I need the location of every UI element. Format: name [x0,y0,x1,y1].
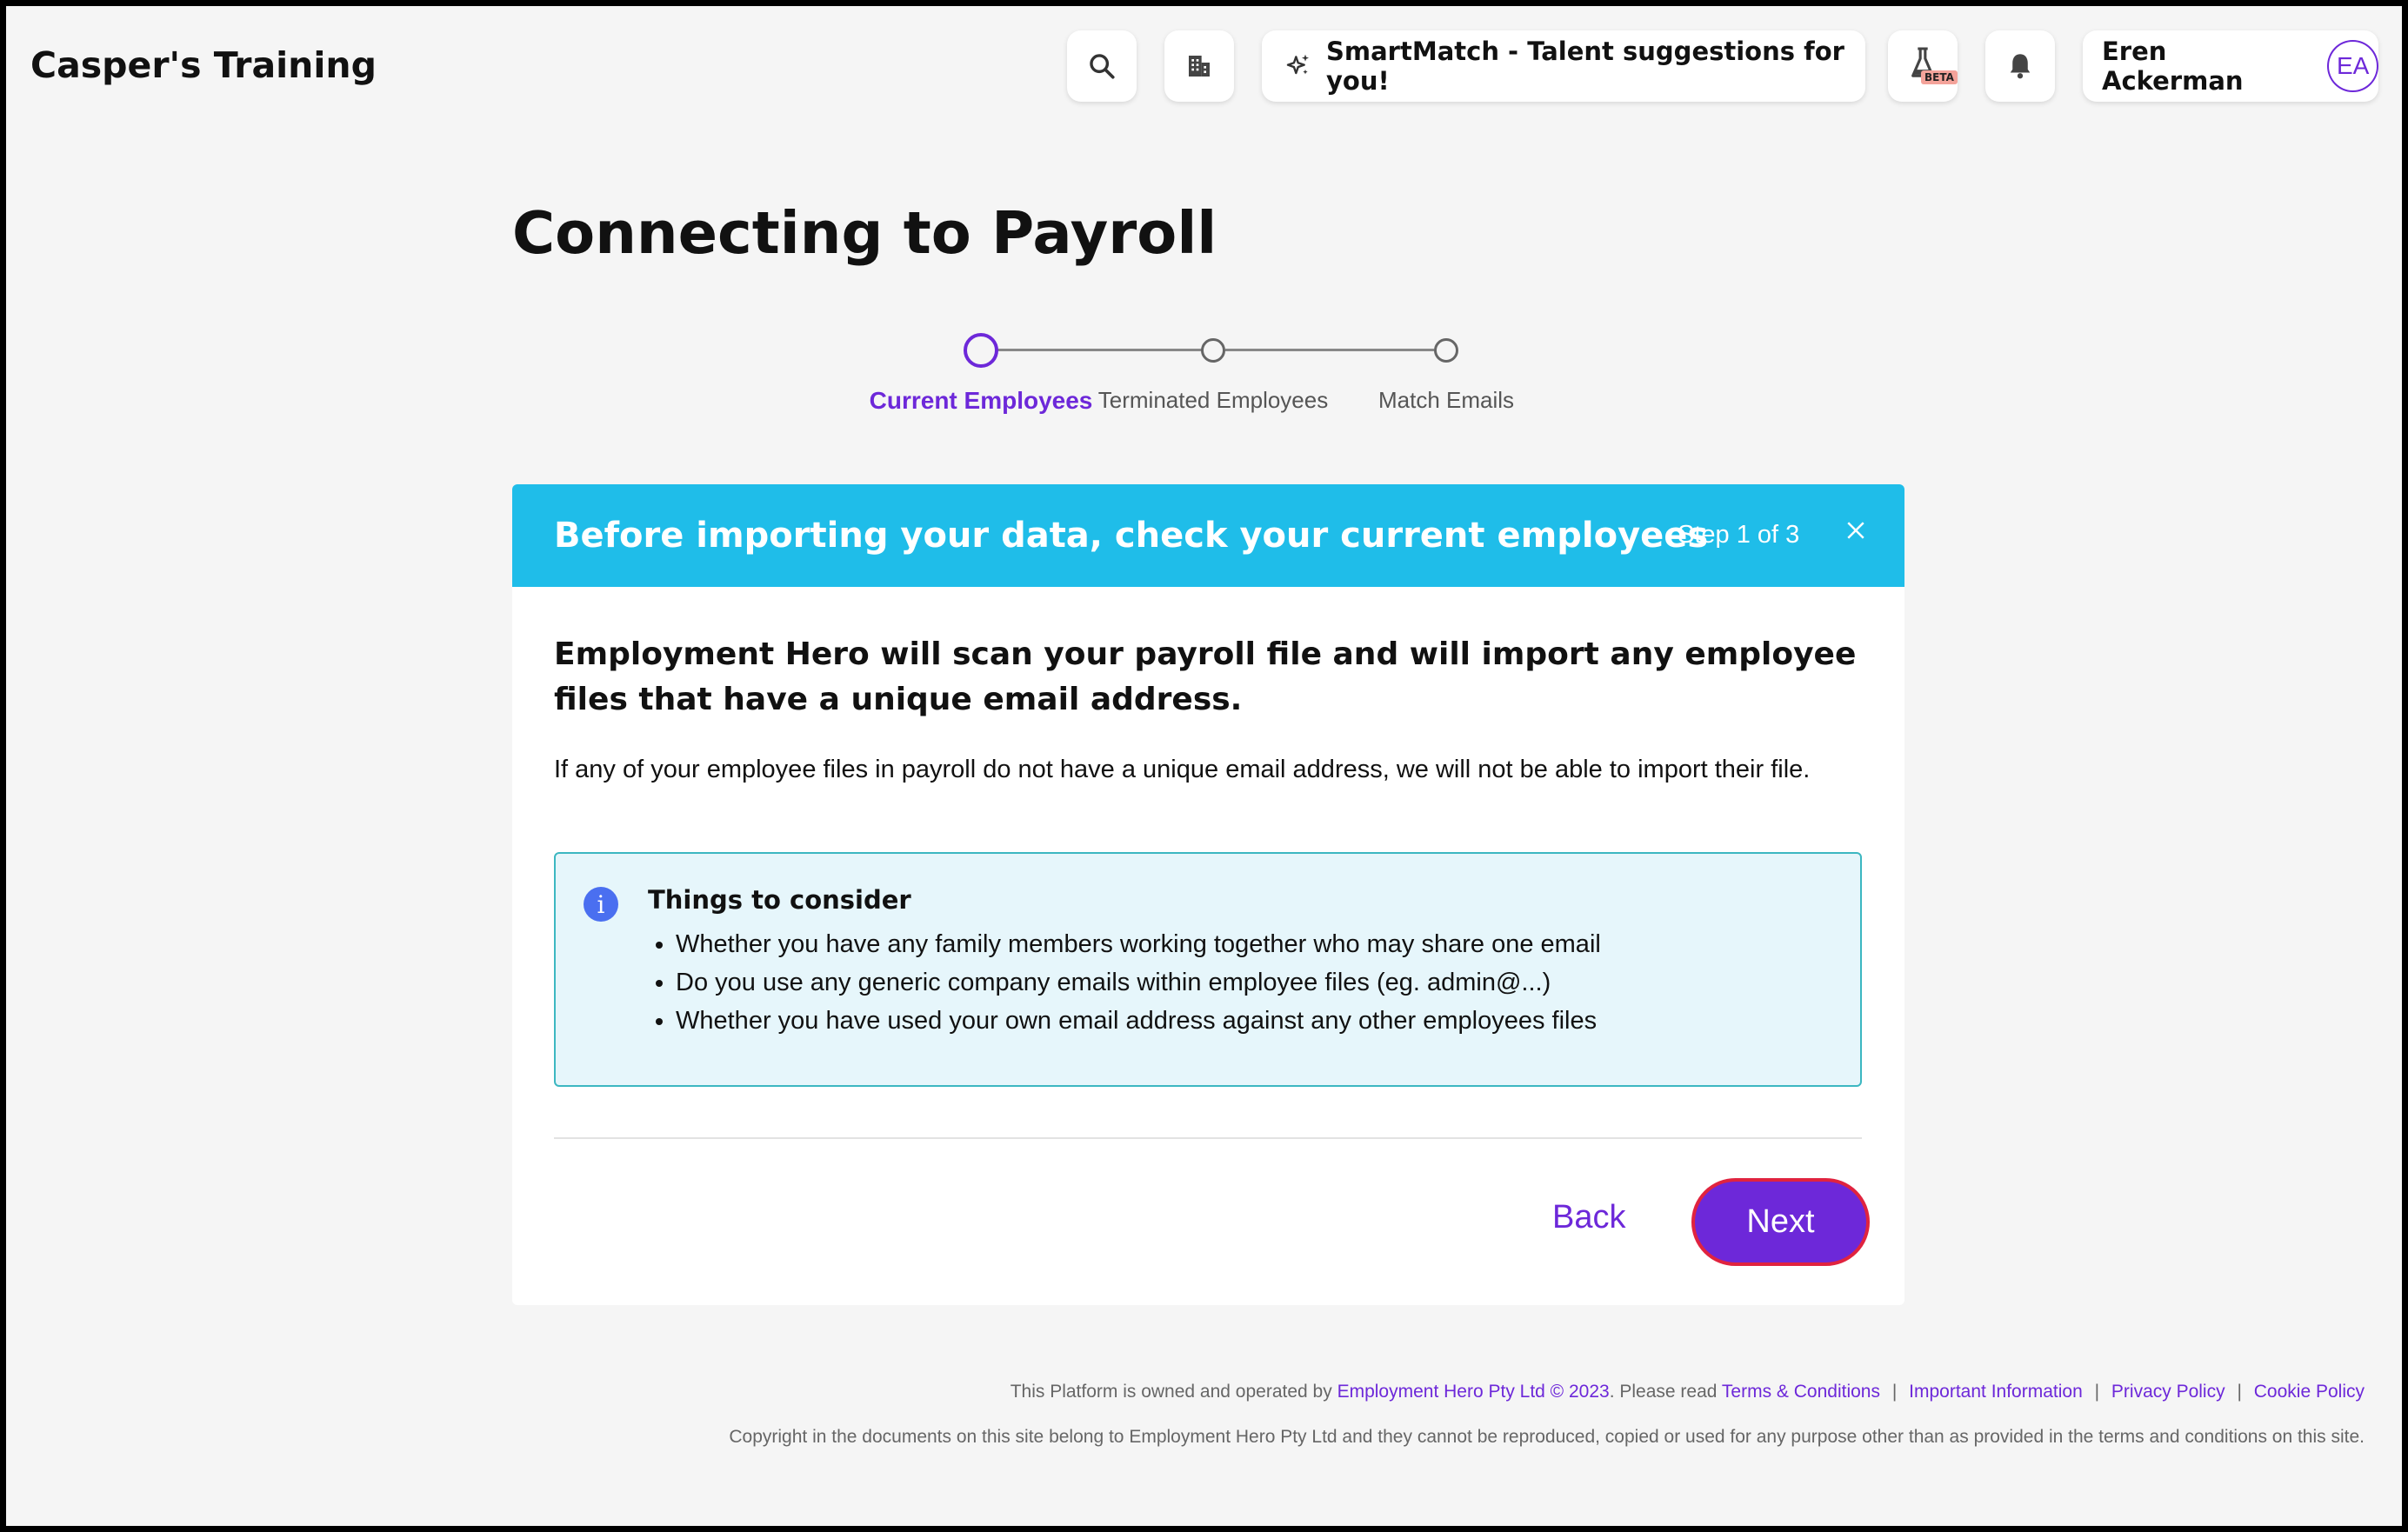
footer-link-privacy-policy[interactable]: Privacy Policy [2111,1382,2225,1402]
card-header: Before importing your data, check your c… [512,484,1904,587]
footer-separator: | [1891,1382,1898,1402]
step-marker-current-employees [964,333,998,368]
step-marker-match-emails [1434,338,1458,363]
footer-copyright: Copyright in the documents on this site … [729,1427,2365,1447]
app-title: Casper's Training [30,44,377,86]
footer-separator: | [2094,1382,2100,1402]
sparkle-icon [1284,52,1312,80]
footer-link-important-information[interactable]: Important Information [1909,1382,2083,1402]
footer-owner-link[interactable]: Employment Hero Pty Ltd © 2023 [1337,1382,1610,1402]
app-frame: Casper's Training SmartMatch - Talent su… [6,6,2402,1526]
divider [554,1137,1862,1139]
list-item: Whether you have any family members work… [676,925,1601,963]
smartmatch-label: SmartMatch - Talent suggestions for you! [1326,37,1844,96]
footer-link-terms[interactable]: Terms & Conditions [1722,1382,1880,1402]
user-menu-button[interactable]: Eren Ackerman EA [2083,30,2378,102]
notifications-button[interactable] [1985,30,2055,102]
page-title: Connecting to Payroll [512,199,1217,267]
beta-features-button[interactable]: BETA [1888,30,1958,102]
building-icon [1185,52,1213,80]
step-label-terminated-employees: Terminated Employees [1097,387,1329,413]
user-name: Eren Ackerman [2102,37,2244,96]
lead-text: Employment Hero will scan your payroll f… [554,636,1857,717]
stepper-connector [994,349,1203,351]
bell-icon [2007,51,2033,81]
list-item: Do you use any generic company emails wi… [676,963,1601,1002]
things-to-consider-box: i Things to consider Whether you have an… [554,852,1862,1087]
footer-read-text: . Please read [1609,1382,1718,1402]
footer-separator: | [2237,1382,2242,1402]
next-button[interactable]: Next [1691,1178,1870,1266]
beta-badge: BETA [1921,70,1958,84]
list-item: Whether you have used your own email add… [676,1002,1601,1040]
smartmatch-button[interactable]: SmartMatch - Talent suggestions for you! [1262,30,1865,102]
step-marker-terminated-employees [1201,338,1225,363]
consider-list: Whether you have any family members work… [650,925,1601,1040]
back-button[interactable]: Back [1552,1199,1625,1236]
info-title: Things to consider [648,885,911,915]
step-label-match-emails: Match Emails [1377,387,1515,413]
avatar: EA [2327,40,2378,92]
search-icon [1087,51,1117,81]
step-indicator: Step 1 of 3 [1678,521,1800,549]
footer-link-cookie-policy[interactable]: Cookie Policy [2254,1382,2365,1402]
organisation-button[interactable] [1164,30,1234,102]
footer-legal: This Platform is owned and operated by E… [1011,1382,2365,1402]
body-text: If any of your employee files in payroll… [554,756,1811,783]
info-icon: i [584,887,618,922]
stepper-connector [1225,349,1434,351]
footer-owned-text: This Platform is owned and operated by [1010,1382,1332,1402]
card-header-title: Before importing your data, check your c… [554,516,1709,556]
search-button[interactable] [1067,30,1137,102]
import-check-card: Before importing your data, check your c… [512,484,1904,1305]
close-icon[interactable] [1843,517,1869,543]
step-label-current-employees: Current Employees [869,387,1093,414]
